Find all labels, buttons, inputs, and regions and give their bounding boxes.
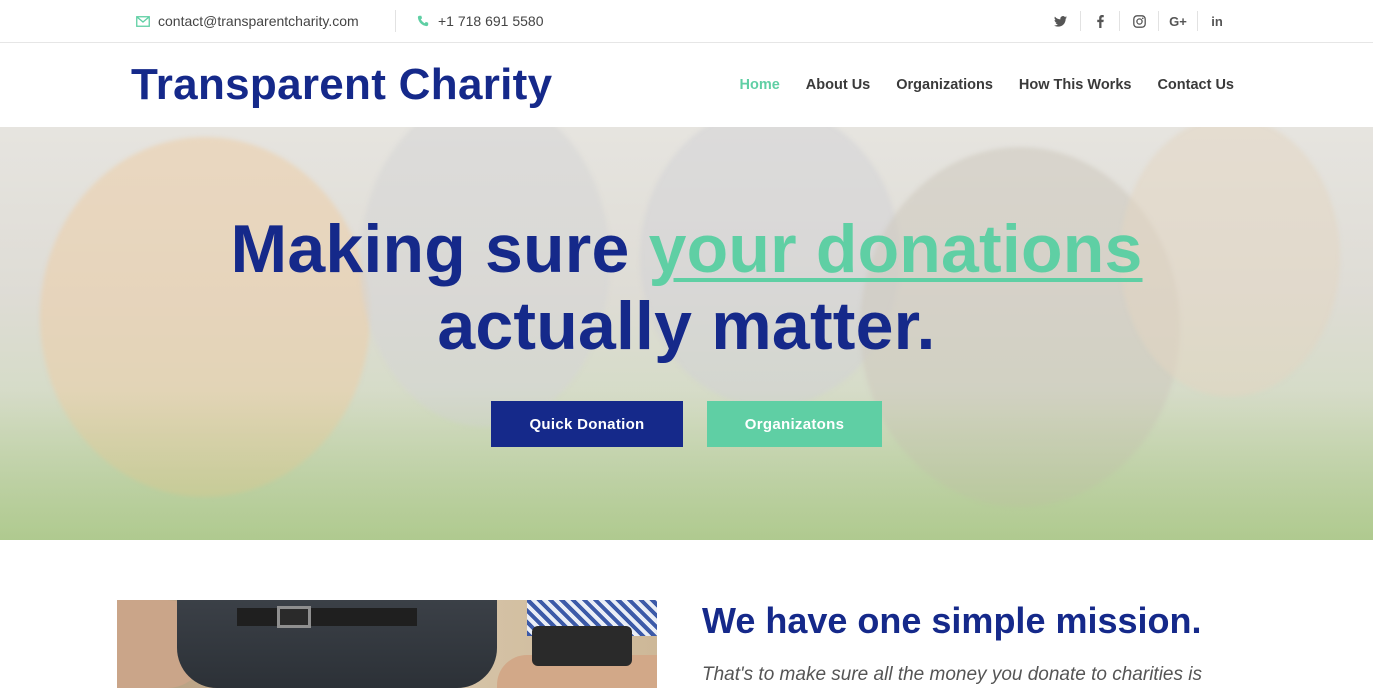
site-logo[interactable]: Transparent Charity	[131, 60, 552, 110]
nav-organizations[interactable]: Organizations	[896, 77, 993, 93]
google-plus-icon[interactable]: G+	[1158, 11, 1197, 31]
linkedin-glyph: in	[1211, 13, 1223, 29]
nav-home[interactable]: Home	[740, 77, 780, 93]
mission-image-part	[277, 606, 311, 628]
mission-image-part	[532, 626, 632, 666]
hero-background-image	[0, 390, 1373, 540]
twitter-icon[interactable]	[1041, 11, 1080, 31]
nav-how-this-works[interactable]: How This Works	[1019, 77, 1132, 93]
hero-headline-part1: Making sure	[230, 211, 649, 287]
contact-phone-text: +1 718 691 5580	[438, 13, 544, 29]
site-header: Transparent Charity Home About Us Organi…	[0, 43, 1373, 127]
phone-icon	[416, 14, 430, 28]
instagram-icon[interactable]	[1119, 11, 1158, 31]
hero-headline: Making sure your donations actually matt…	[0, 211, 1373, 365]
top-bar: contact@transparentcharity.com +1 718 69…	[0, 0, 1373, 43]
linkedin-icon[interactable]: in	[1197, 11, 1236, 31]
envelope-icon	[136, 14, 150, 28]
mission-text: That's to make sure all the money you do…	[702, 664, 1202, 685]
mission-title: We have one simple mission.	[702, 600, 1202, 641]
hero-headline-highlight: your donations	[648, 211, 1143, 287]
divider	[395, 10, 396, 32]
nav-about-us[interactable]: About Us	[806, 77, 870, 93]
contact-phone[interactable]: +1 718 691 5580	[416, 0, 544, 42]
contact-email-text: contact@transparentcharity.com	[158, 13, 359, 29]
main-nav: Home About Us Organizations How This Wor…	[740, 43, 1235, 127]
mission-image-part	[237, 608, 417, 626]
social-links: G+ in	[1041, 0, 1236, 42]
quick-donation-button[interactable]: Quick Donation	[491, 401, 683, 447]
google-plus-glyph: G+	[1169, 13, 1187, 29]
contact-email[interactable]: contact@transparentcharity.com	[136, 0, 359, 42]
organizations-button[interactable]: Organizatons	[707, 401, 882, 447]
mission-image	[117, 600, 657, 688]
hero-section: Making sure your donations actually matt…	[0, 127, 1373, 540]
hero-headline-part2: actually matter.	[437, 288, 936, 364]
nav-contact-us[interactable]: Contact Us	[1157, 77, 1234, 93]
facebook-icon[interactable]	[1080, 11, 1119, 31]
